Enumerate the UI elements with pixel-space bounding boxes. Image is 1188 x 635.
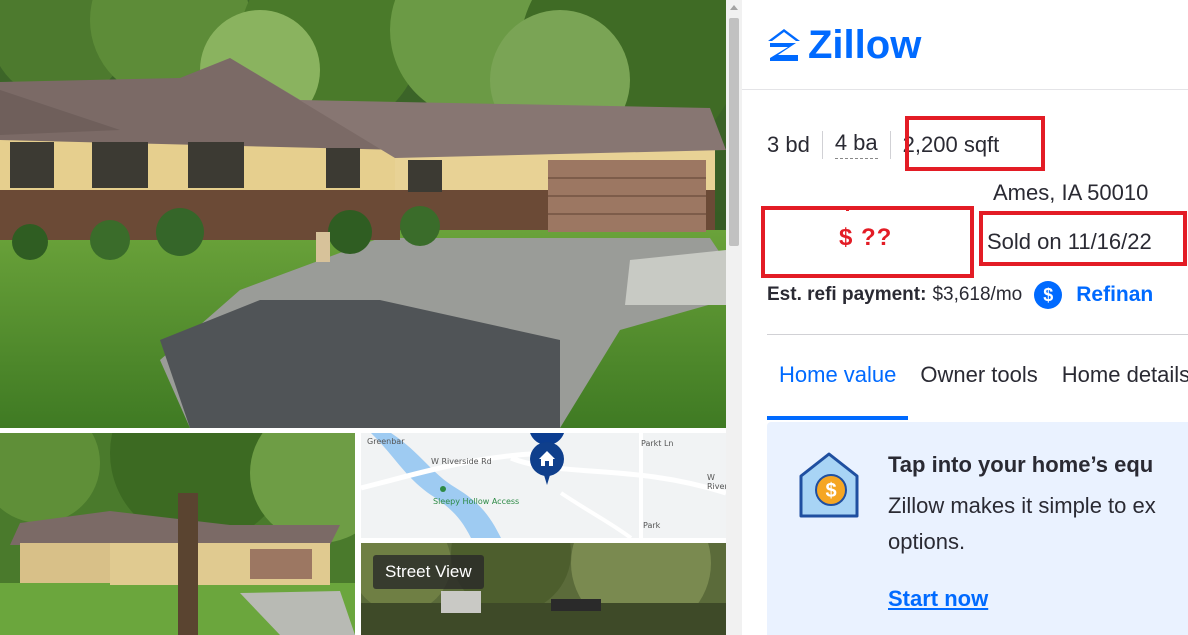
map-road-label: W Riverside Rd [431,457,492,466]
scroll-thumb[interactable] [729,18,739,246]
scrollbar[interactable] [726,0,742,635]
baths-count[interactable]: 4 ba [834,130,878,159]
price-highlight-box [761,206,974,278]
beds-count: 3 bd [767,131,810,157]
photo-gallery: W Riverside Rd Sleepy Hollow Access W Ri… [0,0,726,635]
street-view-tile[interactable]: Street View [361,543,726,635]
zillow-logo[interactable]: Zillow [766,24,921,66]
refi-row: Est. refi payment: $3,618/mo $ Refinan [767,281,1153,309]
section-divider [767,334,1188,335]
dollar-icon[interactable]: $ [1034,281,1063,309]
tab-home-details[interactable]: Home details [1050,356,1188,414]
map-road-label: W Rivers [707,473,726,491]
scroll-up-arrow-icon[interactable] [730,5,738,10]
details-panel: Zillow 3 bd 4 ba 2,200 sqft Ames, IA 500… [742,0,1188,635]
map-road-label: Greenbar [367,437,405,446]
refinance-link[interactable]: Refinan [1076,283,1153,307]
card-body: Zillow makes it simple to ex options. [888,493,1156,554]
map-road-label: Parkt Ln [641,439,674,448]
house-dollar-icon: $ [799,452,859,518]
street-view-label[interactable]: Street View [373,555,484,589]
location-map[interactable]: W Riverside Rd Sleepy Hollow Access W Ri… [361,433,726,538]
refi-value: $3,618/mo [932,284,1023,305]
tab-home-value[interactable]: Home value [767,356,909,420]
svg-text:$: $ [825,480,836,502]
fact-divider [821,130,823,159]
zillow-logo-icon [768,29,800,61]
map-road-label: Park [643,521,661,530]
brand-name: Zillow [808,23,922,67]
sold-highlight-box [979,211,1187,266]
house-side-image [0,433,355,635]
house-exterior-image [0,0,726,428]
tab-owner-tools[interactable]: Owner tools [908,356,1049,414]
refi-label: Est. refi payment: [767,284,927,305]
fact-divider [889,130,891,159]
tab-bar: Home value Owner tools Home details [767,356,1188,420]
map-poi-label: Sleepy Hollow Access [433,497,520,506]
equity-promo-card: $ Tap into your home’s equ Zillow makes … [767,422,1188,635]
sqft-highlight-box [905,116,1045,171]
hero-photo[interactable] [0,0,726,428]
map-image [361,433,726,538]
address-text: Ames, IA 50010 [993,180,1149,205]
header-divider [742,89,1188,90]
thumbnail-photo[interactable] [0,433,355,635]
card-title: Tap into your home’s equ [888,452,1154,477]
start-now-link[interactable]: Start now [888,586,988,612]
